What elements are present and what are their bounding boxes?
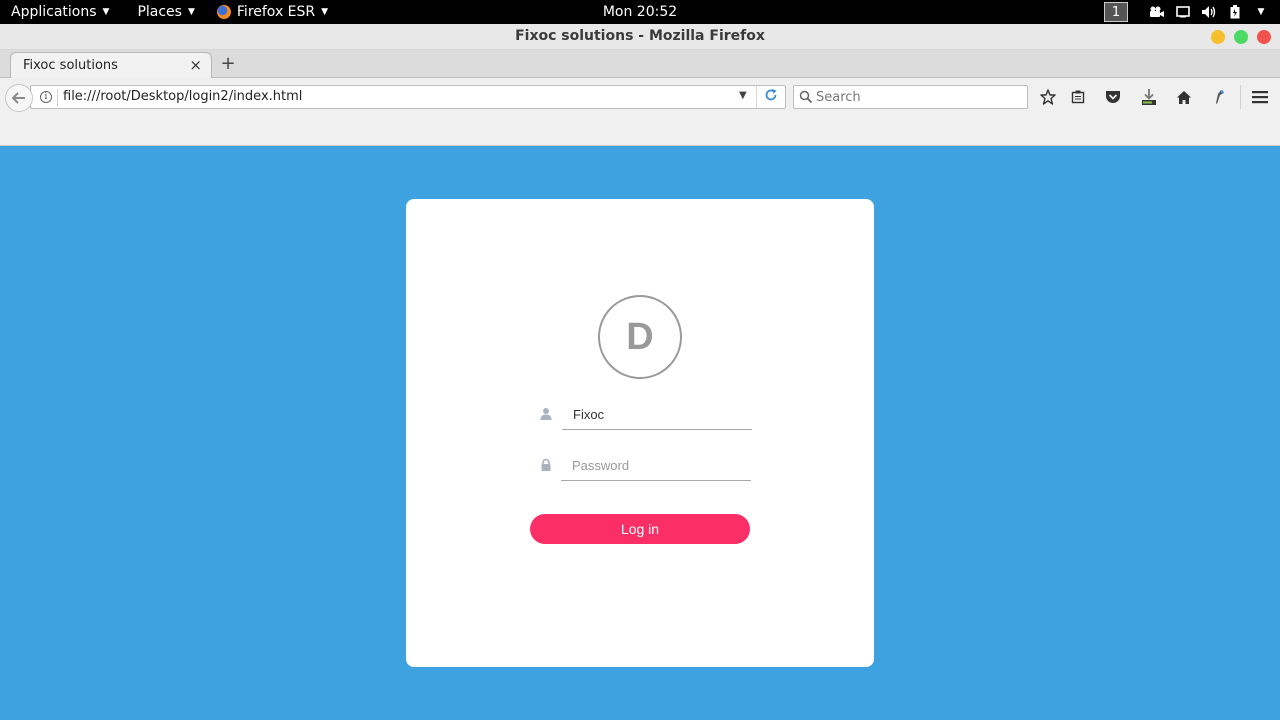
url-text[interactable]: file:///root/Desktop/login2/index.html — [63, 89, 302, 104]
window-titlebar: Fixoc solutions - Mozilla Firefox — [0, 24, 1280, 50]
login-card: D Log in — [406, 199, 874, 667]
avatar: D — [598, 295, 682, 379]
url-separator — [57, 89, 58, 106]
url-separator — [756, 86, 757, 108]
reading-list-icon[interactable] — [1066, 86, 1090, 108]
applications-label: Applications — [11, 4, 97, 20]
tab-title: Fixoc solutions — [23, 58, 118, 73]
info-icon[interactable]: i — [40, 91, 52, 103]
dropdown-arrow-icon[interactable]: ▼ — [739, 90, 747, 101]
app-menu-label: Firefox ESR — [236, 4, 316, 20]
pointer-icon[interactable] — [1207, 86, 1231, 108]
app-menu[interactable]: Firefox ESR ▼ — [195, 0, 328, 24]
pocket-icon[interactable] — [1101, 86, 1125, 108]
search-bar[interactable] — [793, 85, 1028, 109]
caret-down-icon: ▼ — [187, 7, 195, 17]
minimize-button[interactable] — [1211, 30, 1225, 44]
user-icon — [540, 408, 552, 420]
hamburger-menu-icon[interactable] — [1248, 86, 1272, 108]
username-input[interactable] — [562, 400, 752, 429]
places-label: Places — [137, 4, 182, 20]
password-field — [561, 451, 751, 481]
volume-icon[interactable] — [1198, 0, 1220, 24]
new-tab-button[interactable]: + — [219, 53, 237, 74]
screen-icon[interactable] — [1172, 0, 1194, 24]
navigation-toolbar: i file:///root/Desktop/login2/index.html… — [0, 78, 1280, 146]
camera-icon[interactable] — [1146, 0, 1168, 24]
close-window-button[interactable] — [1257, 30, 1271, 44]
username-field — [562, 400, 752, 430]
firefox-icon — [216, 5, 231, 19]
workspace-indicator[interactable]: 1 — [1104, 2, 1128, 22]
caret-down-icon: ▼ — [321, 7, 329, 17]
login-button[interactable]: Log in — [530, 514, 750, 544]
password-input[interactable] — [561, 451, 751, 480]
maximize-button[interactable] — [1234, 30, 1248, 44]
url-bar[interactable]: i file:///root/Desktop/login2/index.html… — [30, 85, 786, 109]
top-panel: Applications ▼ Places ▼ Firefox ESR ▼ Mo… — [0, 0, 1280, 24]
battery-icon[interactable] — [1224, 0, 1246, 24]
home-icon[interactable] — [1172, 86, 1196, 108]
toolbar-separator — [1240, 85, 1241, 109]
caret-down-icon[interactable]: ▼ — [1250, 0, 1272, 24]
places-menu[interactable]: Places ▼ — [109, 0, 194, 24]
download-icon[interactable] — [1137, 86, 1161, 108]
window-title: Fixoc solutions - Mozilla Firefox — [515, 28, 765, 44]
tab-strip: Fixoc solutions × + — [0, 50, 1280, 79]
applications-menu[interactable]: Applications ▼ — [0, 0, 109, 24]
search-icon — [799, 89, 813, 108]
lock-icon — [541, 458, 551, 471]
bookmark-star-icon[interactable] — [1036, 86, 1060, 108]
search-input[interactable] — [816, 88, 1016, 106]
close-tab-icon[interactable]: × — [189, 56, 202, 74]
back-arrow-icon — [12, 92, 25, 104]
reload-icon[interactable] — [764, 88, 778, 106]
clock[interactable]: Mon 20:52 — [603, 4, 677, 20]
tab-fixoc-solutions[interactable]: Fixoc solutions × — [10, 52, 212, 79]
back-button[interactable] — [5, 84, 33, 112]
caret-down-icon: ▼ — [102, 7, 110, 17]
